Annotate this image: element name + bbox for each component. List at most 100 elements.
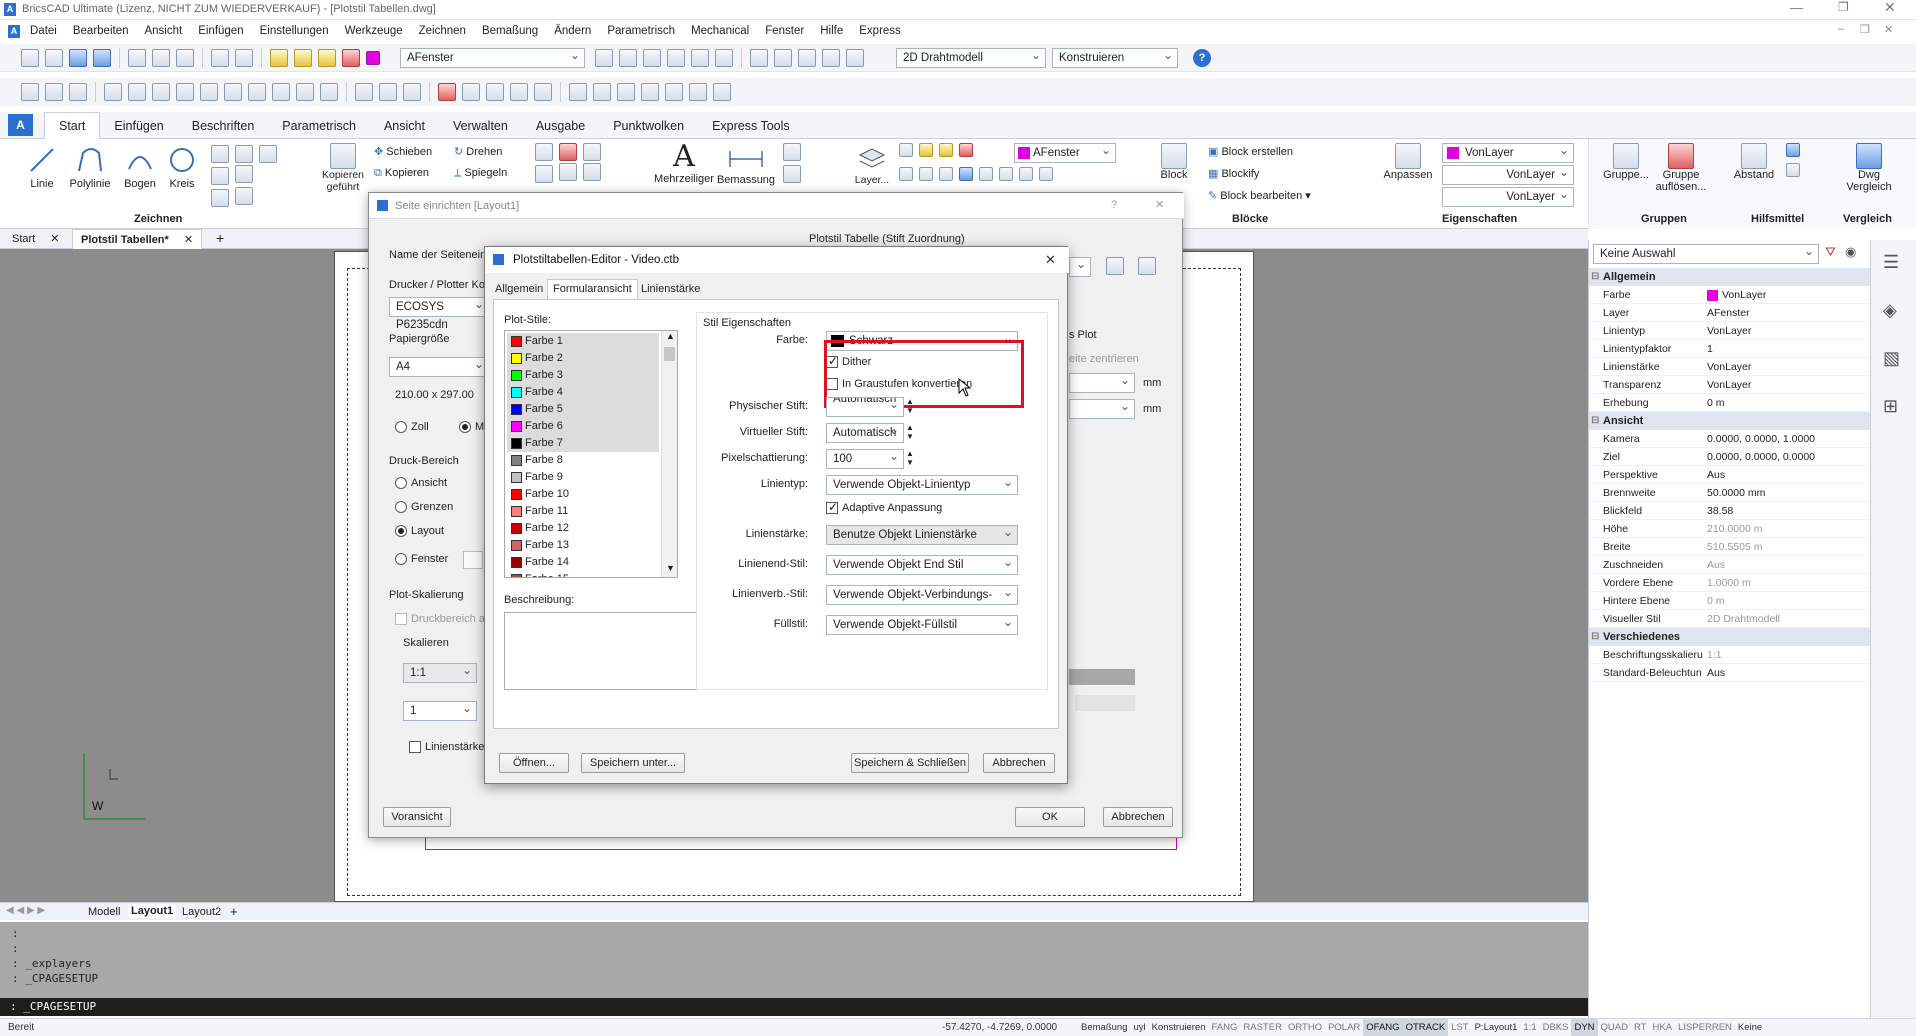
block-bearbeiten-tool[interactable]: ✎ Block bearbeiten ▾ (1208, 189, 1311, 202)
color-combo[interactable]: VonLayer (1442, 141, 1574, 163)
plot-table-edit-icon[interactable] (1106, 257, 1124, 275)
plot-style-item[interactable]: Farbe 13 (507, 537, 659, 554)
doc-restore-icon[interactable]: ❐ (1860, 23, 1870, 36)
page-setup-close-icon[interactable]: ✕ (1155, 198, 1164, 211)
status-toggle[interactable]: QUAD (1598, 1019, 1631, 1036)
plot-style-item[interactable]: Farbe 12 (507, 520, 659, 537)
extend-icon[interactable] (583, 163, 601, 181)
paper-combo[interactable]: A4 (389, 355, 489, 377)
tab-layout2[interactable]: Layout2 (182, 906, 221, 918)
snap-node-icon[interactable] (104, 83, 122, 101)
offset-x-input[interactable] (1069, 371, 1135, 393)
rect-icon[interactable] (211, 145, 229, 163)
erase-icon[interactable] (774, 49, 792, 67)
print-area-option-1[interactable]: Grenzen (395, 501, 453, 525)
prop-row[interactable]: Brennweite 50.0000 mm (1589, 484, 1871, 502)
tab-file-close-icon[interactable]: ✕ (184, 234, 193, 246)
prop-row[interactable]: Ziel 0.0000, 0.0000, 0.0000 (1589, 448, 1871, 466)
ribbon-tab-3[interactable]: Parametrisch (268, 113, 370, 139)
match-prop-icon[interactable] (595, 49, 613, 67)
schieben-tool[interactable]: ✥ Schieben (374, 145, 432, 158)
snap-x-icon[interactable] (355, 83, 373, 101)
status-toggle[interactable]: ORTHO (1285, 1019, 1325, 1036)
menu-item-9[interactable]: Parametrisch (607, 25, 675, 37)
workspace-combo[interactable]: Konstruieren (1052, 46, 1178, 68)
snap-ins-icon[interactable] (176, 83, 194, 101)
snap-mid-icon[interactable] (45, 83, 63, 101)
fuellstil-combo[interactable]: Verwende Objekt-Füllstil (826, 613, 1018, 635)
bogen-tool[interactable]: Bogen (120, 145, 160, 190)
snap-center-icon[interactable] (69, 83, 87, 101)
menu-item-12[interactable]: Hilfe (820, 25, 843, 37)
anpassen-tool[interactable]: Anpassen (1382, 143, 1434, 181)
snap-off-icon[interactable] (379, 83, 397, 101)
blocks-side-icon[interactable]: ⊞ (1883, 396, 1898, 417)
menu-item-11[interactable]: Fenster (765, 25, 804, 37)
status-toggle[interactable]: Keine (1735, 1019, 1765, 1036)
toggle-pickadd-icon[interactable]: ◉ (1845, 244, 1856, 260)
plot-style-item[interactable]: Farbe 4 (507, 384, 659, 401)
voransicht-button[interactable]: Voransicht (383, 807, 451, 827)
filter-icon[interactable] (691, 49, 709, 67)
select-icon[interactable] (643, 49, 661, 67)
undo-icon[interactable] (211, 49, 229, 67)
plot-style-item[interactable]: Farbe 15 (507, 571, 659, 577)
linienverb-combo[interactable]: Verwende Objekt-Verbindungs- (826, 585, 1018, 605)
snap-d-icon[interactable] (534, 83, 552, 101)
properties-side-icon[interactable]: ☰ (1883, 252, 1899, 273)
linienend-combo[interactable]: Verwende Objekt End Stil (826, 553, 1018, 575)
leader-icon[interactable] (783, 143, 801, 161)
layer-b-icon[interactable] (919, 167, 933, 181)
adaptive-check[interactable]: Adaptive Anpassung (826, 500, 942, 515)
status-toggle[interactable]: FANG (1209, 1019, 1241, 1036)
speichern-unter-button[interactable]: Speichern unter... (581, 753, 685, 773)
offset-y-input[interactable] (1069, 397, 1135, 419)
selection-combo[interactable]: Keine Auswahl (1593, 242, 1819, 264)
prop-row[interactable]: Breite 510.5505 m (1589, 538, 1871, 556)
print-icon[interactable] (152, 49, 170, 67)
styles-scrollbar[interactable]: ▲ ▼ (661, 331, 677, 577)
menu-item-1[interactable]: Bearbeiten (73, 25, 129, 37)
snap-a-icon[interactable] (462, 83, 480, 101)
prop-section-0[interactable]: Allgemein (1589, 268, 1871, 286)
layer-sun-icon[interactable] (939, 143, 953, 157)
prop-row[interactable]: Blickfeld 38.58 (1589, 502, 1871, 520)
virt-stift-input[interactable]: Automatisch (826, 421, 904, 443)
add-layout-icon[interactable]: + (230, 904, 238, 919)
plot-style-item[interactable]: Farbe 5 (507, 401, 659, 418)
restore-icon[interactable]: ❐ (1838, 0, 1849, 14)
hatch-icon[interactable] (259, 145, 277, 163)
layer-freeze-icon[interactable] (959, 143, 973, 157)
prop-row[interactable]: Linientyp VonLayer (1589, 322, 1871, 340)
pan-icon[interactable] (713, 83, 731, 101)
print-area-option-0[interactable]: Ansicht (395, 477, 453, 501)
plot-style-item[interactable]: Farbe 9 (507, 469, 659, 486)
status-toggle[interactable]: HKA (1650, 1019, 1676, 1036)
prop-row[interactable]: Linienstärke VonLayer (1589, 358, 1871, 376)
status-toggle[interactable]: LST (1448, 1019, 1471, 1036)
prop-row[interactable]: Farbe VonLayer (1589, 286, 1871, 304)
snap-c-icon[interactable] (510, 83, 528, 101)
tab-modell[interactable]: Modell (88, 906, 120, 918)
region-icon[interactable] (235, 165, 253, 183)
array-icon[interactable] (535, 143, 553, 161)
plot-table-new-icon[interactable] (1138, 257, 1156, 275)
menu-item-7[interactable]: Bemaßung (482, 25, 538, 37)
phys-stift-input[interactable]: Automatisch (826, 397, 904, 417)
tool-a-icon[interactable] (1786, 143, 1800, 157)
plot-style-item[interactable]: Farbe 6 (507, 418, 659, 435)
pixel-spin-icon[interactable]: ▲ ▼ (906, 449, 914, 467)
command-input[interactable]: : _CPAGESETUP (0, 998, 1588, 1016)
menu-item-6[interactable]: Zeichnen (419, 25, 466, 37)
unit-mm-radio[interactable]: Mi (459, 421, 487, 434)
plot-style-item[interactable]: Farbe 8 (507, 452, 659, 469)
menu-item-2[interactable]: Ansicht (144, 25, 182, 37)
linienstaerke-combo[interactable]: Benutze Objekt Linienstärke (826, 523, 1018, 545)
layout-icon[interactable] (846, 49, 864, 67)
zoom-prev-icon[interactable] (617, 83, 635, 101)
menu-item-3[interactable]: Einfügen (198, 25, 243, 37)
menu-item-5[interactable]: Werkzeuge (345, 25, 403, 37)
ctb-tab-linienstaerke[interactable]: Linienstärke (641, 283, 700, 295)
pen-icon[interactable] (619, 49, 637, 67)
unit-zoll-radio[interactable]: Zoll (395, 421, 429, 434)
